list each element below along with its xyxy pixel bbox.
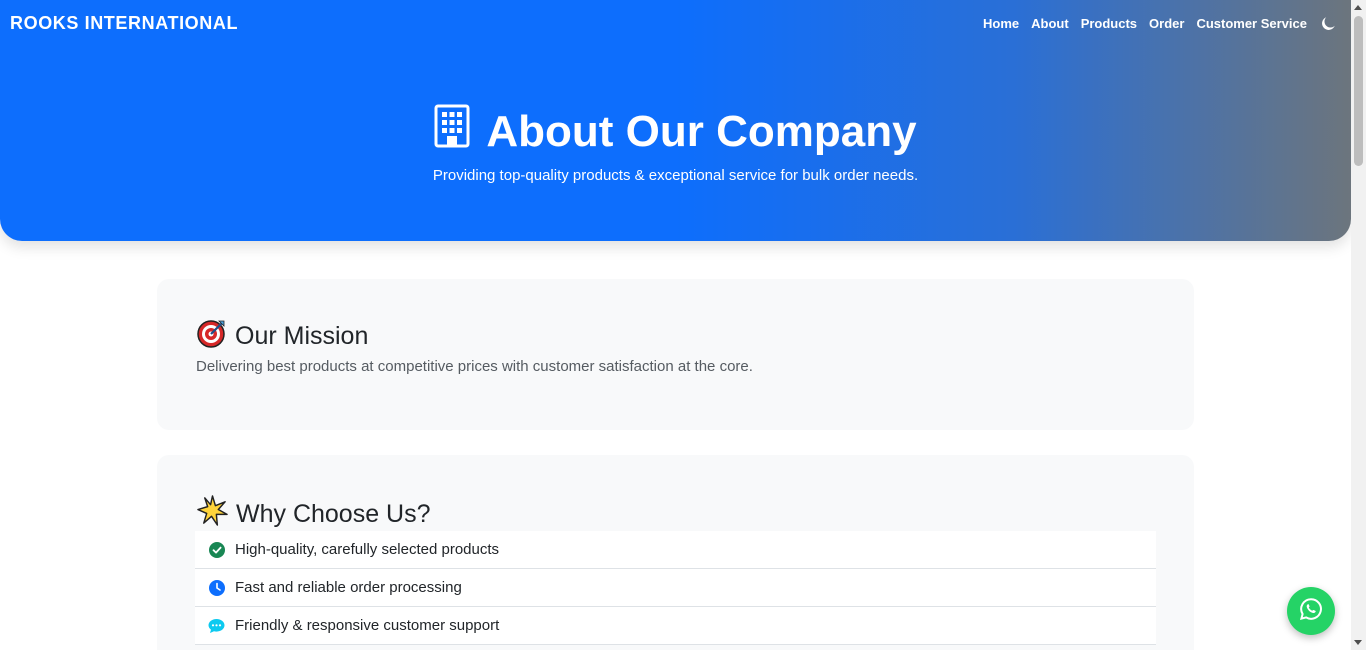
building-icon [434,104,470,159]
target-icon [197,318,227,355]
mission-card: Our Mission Delivering best products at … [157,279,1194,430]
hero-title-text: About Our Company [486,106,917,156]
why-choose-card: Why Choose Us? High-quality, carefully s… [157,455,1194,650]
scroll-up-arrow-icon[interactable] [1354,5,1362,10]
page-title: About Our Company [0,104,1351,159]
moon-icon[interactable] [1321,16,1335,31]
list-item: High-quality, carefully selected product… [195,531,1156,569]
list-item-label: Fast and reliable order processing [235,579,462,596]
list-item: Fast and reliable order processing [195,569,1156,607]
nav-order[interactable]: Order [1143,16,1190,31]
mission-title: Our Mission [235,322,369,350]
brand-logo[interactable]: ROOKS INTERNATIONAL [10,13,238,34]
list-item-label: High-quality, carefully selected product… [235,541,500,558]
list-item: Friendly & responsive customer support [195,607,1156,645]
list-item-label: Friendly & responsive customer support [235,617,500,634]
mission-text: Delivering best products at competitive … [196,358,753,375]
features-list: High-quality, carefully selected product… [195,531,1156,645]
nav-home[interactable]: Home [977,16,1025,31]
nav-links: Home About Products Order Customer Servi… [977,16,1341,31]
nav-customer-service[interactable]: Customer Service [1190,16,1313,31]
hero-subtitle: Providing top-quality products & excepti… [432,167,919,184]
clock-icon [208,579,225,596]
check-circle-icon [208,541,225,558]
scroll-thumb[interactable] [1354,16,1363,166]
chat-icon [208,617,225,634]
whatsapp-icon [1299,597,1323,626]
page: ROOKS INTERNATIONAL Home About Products … [0,0,1366,650]
whatsapp-button[interactable] [1287,587,1335,635]
sparkle-icon [197,495,228,533]
scroll-down-arrow-icon[interactable] [1354,640,1362,645]
navbar: ROOKS INTERNATIONAL Home About Products … [0,0,1351,47]
mission-heading: Our Mission [197,318,368,355]
hero-header: ROOKS INTERNATIONAL Home About Products … [0,0,1351,241]
nav-about[interactable]: About [1025,16,1075,31]
vertical-scrollbar[interactable] [1351,0,1366,650]
why-heading: Why Choose Us? [197,495,431,533]
why-title: Why Choose Us? [236,499,431,528]
nav-products[interactable]: Products [1075,16,1143,31]
